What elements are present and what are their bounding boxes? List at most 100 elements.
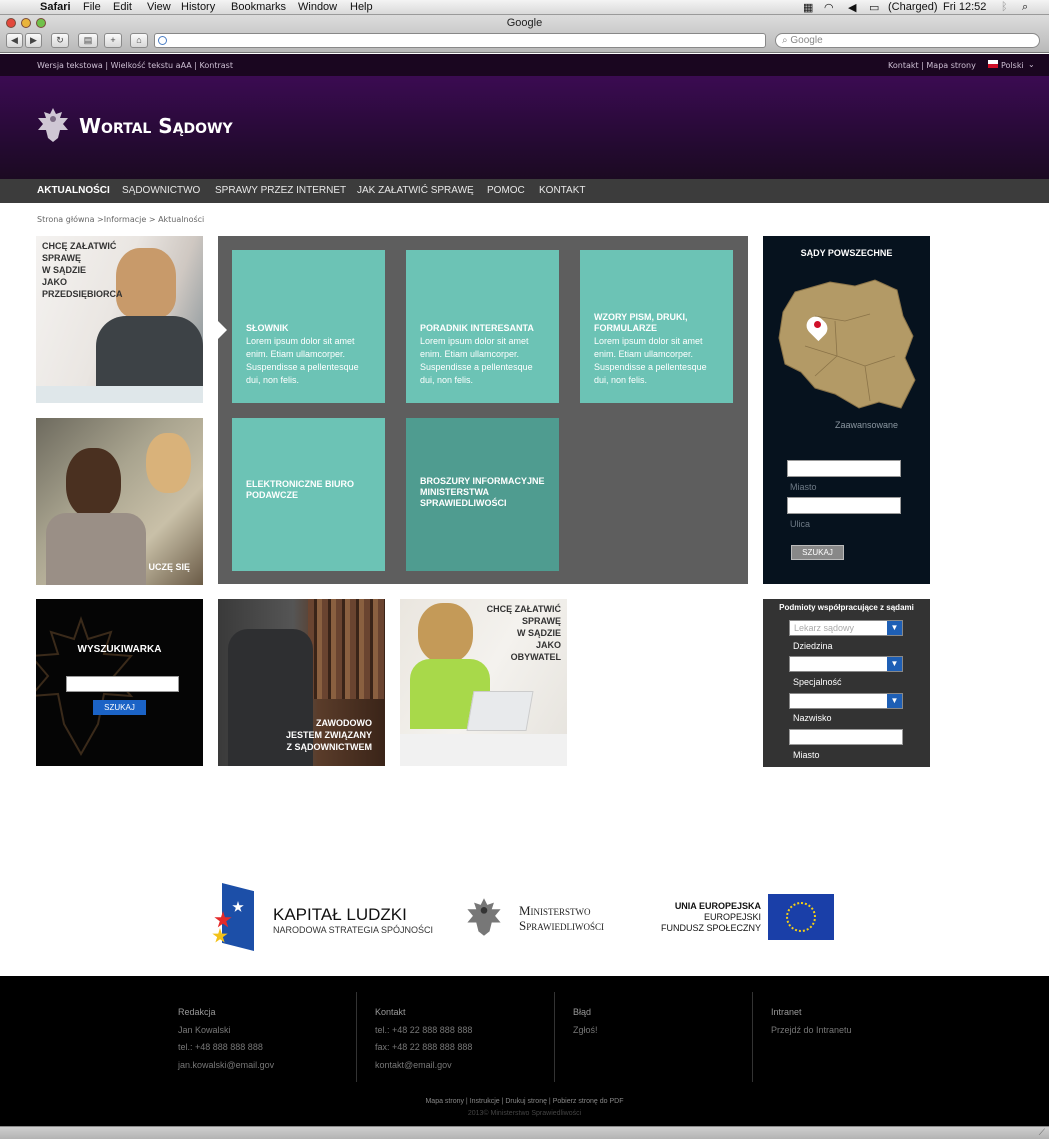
- nav-item-judiciary[interactable]: SĄDOWNICTWO: [122, 185, 200, 196]
- field-select[interactable]: ▼: [789, 656, 903, 672]
- footer-text: tel.: +48 22 888 888 888: [375, 1024, 473, 1035]
- footer-divider: [554, 992, 555, 1082]
- courts-search-button[interactable]: SZUKAJ: [791, 545, 844, 560]
- tile-brochures[interactable]: BROSZURY INFORMACYJNE MINISTERSTWA SPRAW…: [406, 418, 559, 571]
- footer-col-contact: Kontakt tel.: +48 22 888 888 888 fax: +4…: [375, 1004, 472, 1074]
- battery-icon[interactable]: ▭: [869, 1, 879, 14]
- forward-icon[interactable]: ▶: [25, 33, 42, 48]
- site-title[interactable]: Wortal Sądowy: [79, 114, 233, 138]
- learn-label: UCZĘ SIĘ: [148, 562, 190, 572]
- business-promo[interactable]: CHCĘ ZAŁATWIĆ SPRAWĘ W SĄDZIE JAKO PRZED…: [36, 236, 203, 403]
- speciality-label: Specjalność: [793, 677, 842, 687]
- home-icon[interactable]: ⌂: [130, 33, 148, 48]
- street-input[interactable]: [787, 497, 901, 514]
- map-pin-dot-icon: [814, 321, 821, 328]
- mac-menubar: Safari File Edit View History Bookmarks …: [0, 0, 1049, 15]
- nav-item-help[interactable]: POMOC: [487, 185, 525, 196]
- reload-icon[interactable]: ↻: [51, 33, 69, 48]
- site-search-input[interactable]: [66, 676, 179, 692]
- site-header: Wortal Sądowy: [0, 76, 1049, 179]
- footer-heading: Redakcja: [178, 1007, 216, 1017]
- footer-col-editorial: Redakcja Jan Kowalski tel.: +48 888 888 …: [178, 1004, 274, 1074]
- citizen-promo[interactable]: CHCĘ ZAŁATWIĆ SPRAWĘ W SĄDZIE JAKO OBYWA…: [400, 599, 567, 766]
- business-line-1: CHCĘ ZAŁATWIĆ: [42, 241, 117, 251]
- chevron-down-icon[interactable]: ▼: [887, 621, 902, 635]
- topsites-icon[interactable]: ▤: [78, 33, 98, 48]
- footer-email-link[interactable]: jan.kowalski@email.gov: [178, 1057, 274, 1075]
- street-label: Ulica: [790, 519, 811, 529]
- volume-icon[interactable]: ◀: [848, 1, 856, 14]
- citizen-head-photo: [418, 603, 473, 663]
- pro-line-2: JESTEM ZWIĄZANY: [285, 730, 372, 740]
- business-line-2: SPRAWĘ: [42, 253, 82, 263]
- add-bookmark-icon[interactable]: +: [104, 33, 122, 48]
- tile-title: WZORY PISM, DRUKI, FORMULARZE: [594, 312, 688, 333]
- search-panel: WYSZUKIWARKA SZUKAJ: [36, 599, 203, 766]
- advanced-link[interactable]: Zaawansowane: [835, 420, 898, 430]
- back-icon[interactable]: ◀: [6, 33, 23, 48]
- copyright: 2013© Ministerstwo Sprawiedliwości: [467, 1110, 582, 1117]
- footer-heading: Kontakt: [375, 1007, 406, 1017]
- tile-guide[interactable]: PORADNIK INTERESANTA Lorem ipsum dolor s…: [406, 250, 559, 403]
- tile-e-office[interactable]: ELEKTRONICZNE BIURO PODAWCZE: [232, 418, 385, 571]
- site-search-button[interactable]: SZUKAJ: [93, 700, 146, 715]
- accessibility-links[interactable]: Wersja tekstowa | Wielkość tekstu aAA | …: [37, 61, 233, 70]
- browser-status-bar: ⟋: [0, 1126, 1049, 1139]
- clock[interactable]: Fri 12:52: [943, 1, 986, 13]
- nav-item-online-cases[interactable]: SPRAWY PRZEZ INTERNET: [215, 185, 346, 196]
- menu-history[interactable]: History: [181, 1, 215, 13]
- tile-forms[interactable]: WZORY PISM, DRUKI, FORMULARZE Lorem ipsu…: [580, 250, 733, 403]
- learn-promo[interactable]: UCZĘ SIĘ: [36, 418, 203, 585]
- poland-map[interactable]: [775, 276, 917, 410]
- breadcrumb[interactable]: Strona główna >Informacje > Aktualności: [37, 215, 204, 224]
- address-bar[interactable]: [154, 33, 766, 48]
- tile-dictionary[interactable]: SŁOWNIK Lorem ipsum dolor sit amet enim.…: [232, 250, 385, 403]
- menu-window[interactable]: Window: [298, 1, 337, 13]
- browser-search-field[interactable]: ⌕ Google: [775, 33, 1040, 48]
- business-line-5: PRZEDSIĘBIORCA: [42, 289, 123, 299]
- menu-edit[interactable]: Edit: [113, 1, 132, 13]
- intranet-link[interactable]: Przejdź do Intranetu: [771, 1022, 852, 1040]
- nav-item-contact[interactable]: KONTAKT: [539, 185, 585, 196]
- top-links[interactable]: Kontakt | Mapa strony: [888, 61, 976, 70]
- footer-email-link[interactable]: kontakt@email.gov: [375, 1057, 472, 1075]
- tile-body: Lorem ipsum dolor sit amet enim. Etiam u…: [246, 336, 359, 385]
- tile-title: SŁOWNIK: [246, 323, 289, 333]
- report-error-link[interactable]: Zgłoś!: [573, 1022, 598, 1040]
- menu-file[interactable]: File: [83, 1, 101, 13]
- bluetooth-icon[interactable]: ᛒ: [1001, 1, 1008, 13]
- chevron-down-icon[interactable]: ▼: [887, 657, 902, 671]
- professional-promo[interactable]: ZAWODOWO JESTEM ZWIĄZANY Z SĄDOWNICTWEM: [218, 599, 385, 766]
- eu-line-2: EUROPEJSKI: [703, 912, 761, 922]
- surname-input[interactable]: [789, 729, 903, 745]
- tile-title: ELEKTRONICZNE BIURO PODAWCZE: [246, 479, 354, 500]
- laptop-photo: [466, 691, 534, 731]
- accessibility-bar: Wersja tekstowa | Wielkość tekstu aAA | …: [0, 54, 1049, 76]
- menu-bookmarks[interactable]: Bookmarks: [231, 1, 286, 13]
- speciality-select[interactable]: ▼: [789, 693, 903, 709]
- browser-search-placeholder: Google: [790, 35, 823, 46]
- entity-type-select[interactable]: Lekarz sądowy ▼: [789, 620, 903, 636]
- surname-label: Nazwisko: [793, 713, 832, 723]
- bookshelf-photo: [308, 599, 385, 699]
- chevron-down-icon[interactable]: ⌄: [1028, 60, 1035, 69]
- language-select[interactable]: Polski: [1001, 61, 1024, 70]
- city-label: Miasto: [790, 482, 817, 492]
- entity-type-value: Lekarz sądowy: [794, 623, 855, 633]
- menu-view[interactable]: View: [147, 1, 171, 13]
- eu-text: UNIA EUROPEJSKA EUROPEJSKI FUNDUSZ SPOŁE…: [640, 901, 761, 934]
- courts-title: SĄDY POWSZECHNE: [800, 248, 893, 258]
- footer-links[interactable]: Mapa strony | Instrukcje | Drukuj stronę…: [0, 1098, 1049, 1105]
- menu-help[interactable]: Help: [350, 1, 373, 13]
- nav-item-how-to[interactable]: JAK ZAŁATWIĆ SPRAWĘ: [357, 185, 474, 196]
- resize-grip-icon[interactable]: ⟋: [1039, 1128, 1045, 1138]
- city-input[interactable]: [787, 460, 901, 477]
- spaces-icon[interactable]: ▦: [803, 1, 813, 14]
- spotlight-icon[interactable]: ⌕: [1022, 1, 1028, 14]
- menu-app-name[interactable]: Safari: [40, 1, 71, 13]
- search-title: WYSZUKIWARKA: [77, 644, 162, 655]
- wifi-icon[interactable]: ◠: [824, 1, 834, 14]
- field-label: Dziedzina: [793, 641, 833, 651]
- chevron-down-icon[interactable]: ▼: [887, 694, 902, 708]
- nav-item-news[interactable]: AKTUALNOŚCI: [37, 185, 110, 196]
